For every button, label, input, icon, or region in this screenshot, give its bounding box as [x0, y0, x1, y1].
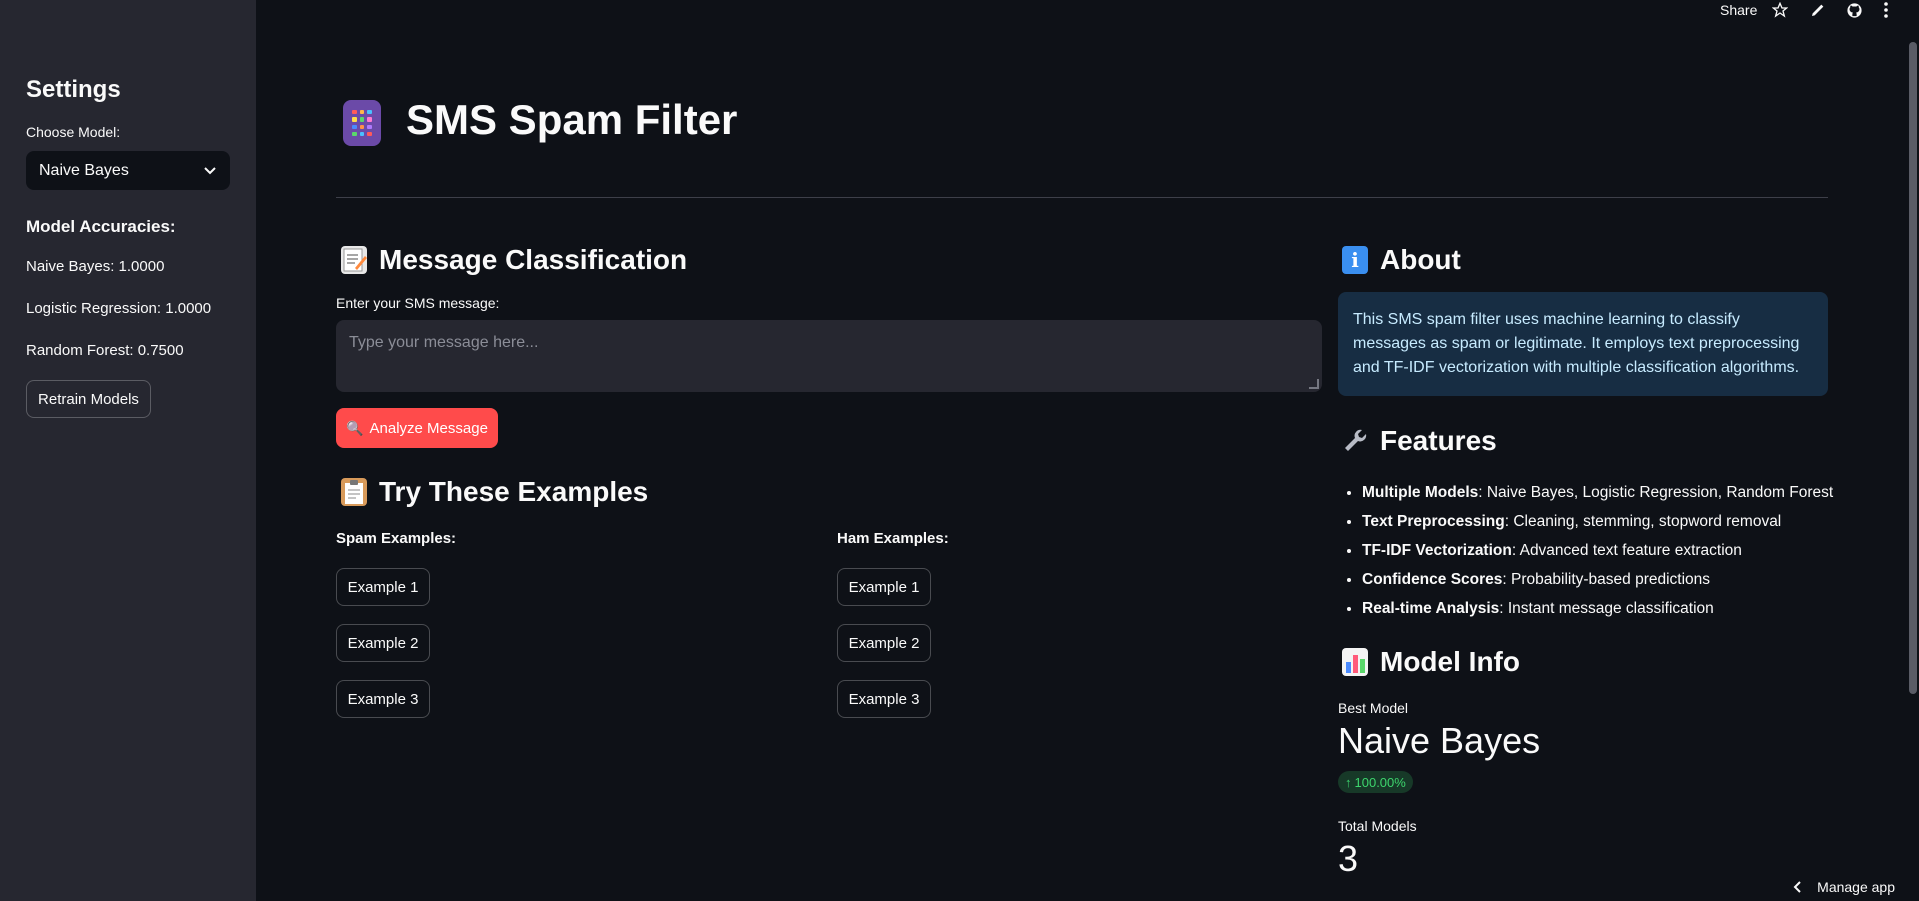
message-classification-heading: Message Classification: [341, 244, 687, 276]
feature-name: Real-time Analysis: [1362, 600, 1500, 617]
wrench-icon: [1342, 427, 1368, 455]
star-icon[interactable]: [1772, 0, 1788, 20]
about-title: About: [1380, 244, 1461, 275]
model-select-value: Naive Bayes: [39, 161, 129, 179]
feature-item: Text Preprocessing: Cleaning, stemming, …: [1362, 507, 1833, 536]
features-title: Features: [1380, 425, 1497, 456]
ham-example-2-button[interactable]: Example 2: [837, 624, 931, 662]
clipboard-icon: [341, 478, 367, 506]
ham-example-1-button[interactable]: Example 1: [837, 568, 931, 606]
chevron-left-icon: [1793, 881, 1801, 893]
feature-desc: : Instant message classification: [1499, 600, 1714, 617]
accuracy-logistic-regression: Logistic Regression: 1.0000: [26, 300, 212, 317]
feature-item: Confidence Scores: Probability-based pre…: [1362, 565, 1833, 594]
page-title: SMS Spam Filter: [406, 96, 738, 143]
sidebar: Settings Choose Model: Naive Bayes Model…: [0, 0, 256, 901]
feature-item: TF-IDF Vectorization: Advanced text feat…: [1362, 536, 1833, 565]
manage-app-label: Manage app: [1817, 879, 1895, 895]
total-models-value: 3: [1338, 838, 1359, 879]
feature-name: Text Preprocessing: [1362, 513, 1505, 530]
accuracy-random-forest: Random Forest: 0.7500: [26, 342, 184, 359]
github-icon[interactable]: [1846, 0, 1863, 20]
resize-handle-icon[interactable]: [1309, 379, 1319, 389]
model-select[interactable]: Naive Bayes: [26, 151, 230, 190]
about-info-box: This SMS spam filter uses machine learni…: [1338, 292, 1828, 396]
features-list: Multiple Models: Naive Bayes, Logistic R…: [1338, 478, 1833, 623]
spam-example-1-button[interactable]: Example 1: [336, 568, 430, 606]
message-classification-title: Message Classification: [379, 244, 688, 275]
sms-message-input[interactable]: Type your message here...: [336, 320, 1322, 392]
spam-example-2-button[interactable]: Example 2: [336, 624, 430, 662]
edit-icon[interactable]: [1810, 0, 1826, 20]
feature-desc: : Cleaning, stemming, stopword removal: [1504, 513, 1782, 530]
chevron-down-icon: [204, 166, 216, 174]
try-examples-heading: Try These Examples: [341, 476, 648, 508]
search-icon: 🔍: [346, 419, 364, 436]
page-scrollbar[interactable]: [1909, 42, 1917, 694]
feature-item: Real-time Analysis: Instant message clas…: [1362, 594, 1833, 623]
manage-app-button[interactable]: Manage app: [1793, 879, 1895, 895]
model-select-label: Choose Model:: [26, 124, 121, 140]
spam-examples-heading: Spam Examples:: [336, 530, 457, 547]
divider: [336, 197, 1828, 198]
spam-example-3-button[interactable]: Example 3: [336, 680, 430, 718]
info-icon: i: [1342, 246, 1368, 274]
accuracy-naive-bayes: Naive Bayes: 1.0000: [26, 258, 165, 275]
total-models-label: Total Models: [1338, 818, 1417, 834]
feature-name: TF-IDF Vectorization: [1362, 542, 1512, 559]
bar-chart-icon: [1342, 648, 1368, 676]
best-model-label: Best Model: [1338, 700, 1409, 716]
feature-desc: : Advanced text feature extraction: [1511, 542, 1742, 559]
accuracy-delta-value: 100.00%: [1354, 774, 1406, 790]
about-heading: i About: [1342, 244, 1461, 276]
calculator-icon: [343, 100, 381, 146]
feature-desc: : Probability-based predictions: [1502, 571, 1711, 588]
ham-example-3-button[interactable]: Example 3: [837, 680, 931, 718]
sms-input-placeholder: Type your message here...: [349, 334, 539, 351]
best-model-value: Naive Bayes: [1338, 720, 1541, 761]
sms-input-label: Enter your SMS message:: [336, 295, 500, 311]
memo-icon: [341, 246, 367, 274]
share-button[interactable]: Share: [1720, 0, 1757, 20]
more-menu-icon[interactable]: [1883, 0, 1889, 20]
model-info-heading: Model Info: [1342, 646, 1520, 678]
accuracy-delta-badge: ↑ 100.00%: [1338, 771, 1413, 793]
feature-name: Confidence Scores: [1362, 571, 1503, 588]
sidebar-title: Settings: [26, 76, 121, 103]
analyze-message-label: Analyze Message: [369, 419, 488, 437]
feature-item: Multiple Models: Naive Bayes, Logistic R…: [1362, 478, 1833, 507]
features-heading: Features: [1342, 425, 1497, 457]
analyze-message-button[interactable]: 🔍 Analyze Message: [336, 408, 498, 448]
feature-desc: : Naive Bayes, Logistic Regression, Rand…: [1478, 484, 1834, 501]
model-accuracies-heading: Model Accuracies:: [26, 217, 176, 236]
try-examples-title: Try These Examples: [379, 476, 649, 507]
model-info-title: Model Info: [1380, 646, 1520, 677]
ham-examples-heading: Ham Examples:: [837, 530, 949, 547]
feature-name: Multiple Models: [1362, 484, 1479, 501]
arrow-up-icon: ↑: [1345, 774, 1352, 790]
retrain-models-button[interactable]: Retrain Models: [26, 380, 151, 418]
